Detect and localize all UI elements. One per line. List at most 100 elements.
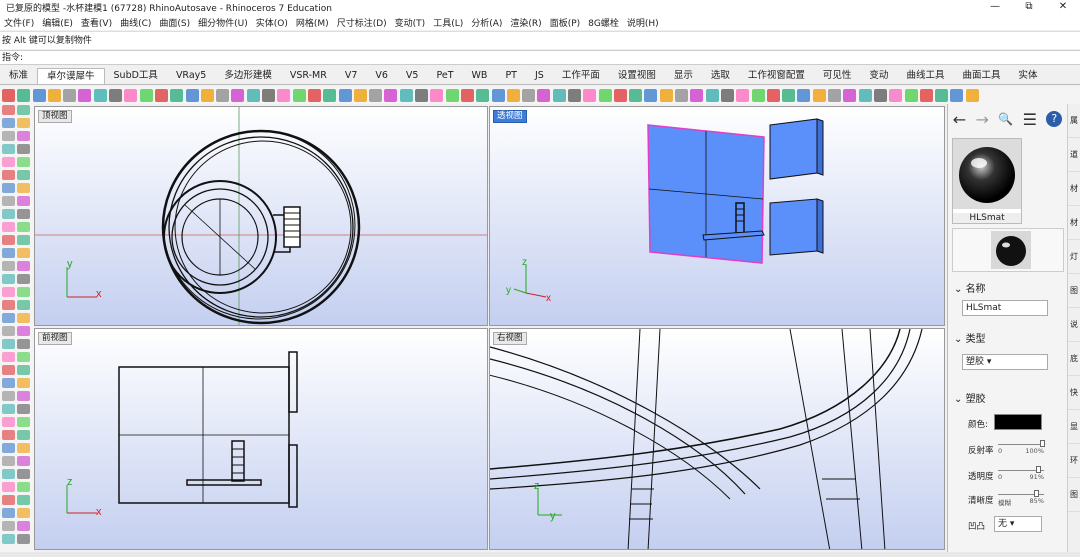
forward-arrow-icon[interactable]: → — [975, 110, 988, 129]
left-tool-icon[interactable] — [2, 482, 15, 492]
toolbar-tool-icon[interactable] — [537, 88, 551, 102]
tab-polygon[interactable]: 多边形建模 — [215, 68, 281, 84]
left-tool-icon[interactable] — [2, 105, 15, 115]
left-tool-icon[interactable] — [17, 378, 30, 388]
toolbar-tool-icon[interactable] — [690, 88, 704, 102]
tab-zhuoer[interactable]: 卓尔谟犀牛 — [37, 68, 105, 84]
tab-standard[interactable]: 标准 — [0, 68, 37, 84]
viewport-right-label[interactable]: 右视图 — [493, 332, 527, 345]
toolbar-tool-icon[interactable] — [950, 88, 964, 102]
viewport-perspective[interactable]: 透视图 z y x — [489, 106, 945, 326]
tab-display[interactable]: 显示 — [665, 68, 702, 84]
left-tool-icon[interactable] — [2, 469, 15, 479]
left-tool-icon[interactable] — [2, 456, 15, 466]
left-tool-icon[interactable] — [17, 261, 30, 271]
toolbar-tool-icon[interactable] — [522, 88, 536, 102]
toolbar-tool-icon[interactable] — [965, 88, 979, 102]
menu-transform[interactable]: 变动(T) — [395, 16, 426, 29]
help-icon[interactable]: ? — [1046, 111, 1063, 127]
left-tool-icon[interactable] — [17, 482, 30, 492]
menu-render[interactable]: 渲染(R) — [510, 16, 541, 29]
viewport-right[interactable]: 右视图 z y — [489, 328, 945, 550]
menu-mesh[interactable]: 网格(M) — [296, 16, 329, 29]
left-tool-icon[interactable] — [17, 508, 30, 518]
close-button[interactable]: ✕ — [1046, 0, 1080, 14]
toolbar-tool-icon[interactable] — [583, 88, 597, 102]
clarity-slider[interactable]: 模糊 85% — [998, 490, 1044, 507]
tab-js[interactable]: JS — [526, 68, 553, 84]
toolbar-tool-icon[interactable] — [751, 88, 765, 102]
toolbar-tool-icon[interactable] — [185, 88, 199, 102]
toolbar-tool-icon[interactable] — [904, 88, 918, 102]
toolbar-tool-icon[interactable] — [338, 88, 352, 102]
menu-icon[interactable]: ☰ — [1023, 110, 1037, 129]
toolbar-tool-icon[interactable] — [858, 88, 872, 102]
toolbar-tool-icon[interactable] — [292, 88, 306, 102]
tab-vray5[interactable]: VRay5 — [167, 68, 215, 84]
toolbar-tool-icon[interactable] — [629, 88, 643, 102]
tab-visibility[interactable]: 可见性 — [814, 68, 861, 84]
toolbar-tool-icon[interactable] — [384, 88, 398, 102]
left-tool-icon[interactable] — [17, 521, 30, 531]
material-thumbnail[interactable]: HLSmat — [952, 138, 1022, 224]
toolbar-tool-icon[interactable] — [323, 88, 337, 102]
toolbar-tool-icon[interactable] — [843, 88, 857, 102]
side-tab[interactable]: 说 — [1068, 308, 1080, 342]
side-tab[interactable]: 底 — [1068, 342, 1080, 376]
toolbar-tool-icon[interactable] — [460, 88, 474, 102]
left-tool-icon[interactable] — [17, 157, 30, 167]
left-tool-icon[interactable] — [17, 235, 30, 245]
tab-select[interactable]: 选取 — [702, 68, 739, 84]
side-tab[interactable]: 环 — [1068, 444, 1080, 478]
toolbar-tool-icon[interactable] — [353, 88, 367, 102]
toolbar-tool-icon[interactable] — [32, 88, 46, 102]
toolbar-tool-icon[interactable] — [598, 88, 612, 102]
toolbar-tool-icon[interactable] — [139, 88, 153, 102]
menu-solid[interactable]: 实体(O) — [256, 16, 288, 29]
minimize-button[interactable]: — — [978, 0, 1012, 14]
left-tool-icon[interactable] — [17, 196, 30, 206]
slider-knob[interactable] — [1036, 466, 1042, 473]
left-tool-icon[interactable] — [2, 339, 15, 349]
left-tool-icon[interactable] — [17, 391, 30, 401]
toolbar-tool-icon[interactable] — [797, 88, 811, 102]
side-tab[interactable]: 快 — [1068, 376, 1080, 410]
left-tool-icon[interactable] — [2, 300, 15, 310]
left-tool-icon[interactable] — [2, 183, 15, 193]
menu-edit[interactable]: 编辑(E) — [42, 16, 73, 29]
tab-cplane[interactable]: 工作平面 — [553, 68, 609, 84]
toolbar-tool-icon[interactable] — [415, 88, 429, 102]
menu-file[interactable]: 文件(F) — [4, 16, 34, 29]
material-small-preview[interactable] — [952, 228, 1064, 272]
left-tool-icon[interactable] — [2, 313, 15, 323]
plastic-section-header[interactable]: ⌄ 塑胶 — [954, 390, 986, 405]
left-tool-icon[interactable] — [2, 326, 15, 336]
toolbar-tool-icon[interactable] — [873, 88, 887, 102]
toolbar-tool-icon[interactable] — [445, 88, 459, 102]
toolbar-tool-icon[interactable] — [430, 88, 444, 102]
left-tool-icon[interactable] — [2, 209, 15, 219]
toolbar-tool-icon[interactable] — [246, 88, 260, 102]
side-tab[interactable]: 属 — [1068, 104, 1080, 138]
toolbar-tool-icon[interactable] — [216, 88, 230, 102]
left-tool-icon[interactable] — [17, 404, 30, 414]
left-tool-icon[interactable] — [2, 196, 15, 206]
left-tool-icon[interactable] — [2, 365, 15, 375]
tab-surface-tools[interactable]: 曲面工具 — [953, 68, 1009, 84]
tab-v6[interactable]: V6 — [366, 68, 397, 84]
left-tool-icon[interactable] — [17, 469, 30, 479]
type-section-header[interactable]: ⌄ 类型 — [954, 330, 986, 345]
toolbar-tool-icon[interactable] — [828, 88, 842, 102]
transparency-slider[interactable]: 0 91% — [998, 466, 1044, 481]
toolbar-tool-icon[interactable] — [47, 88, 61, 102]
left-tool-icon[interactable] — [2, 508, 15, 518]
side-tab[interactable]: 显 — [1068, 410, 1080, 444]
toolbar-tool-icon[interactable] — [476, 88, 490, 102]
left-tool-icon[interactable] — [17, 417, 30, 427]
tab-set-view[interactable]: 设置视图 — [609, 68, 665, 84]
toolbar-tool-icon[interactable] — [491, 88, 505, 102]
left-tool-icon[interactable] — [2, 144, 15, 154]
left-tool-icon[interactable] — [17, 209, 30, 219]
toolbar-tool-icon[interactable] — [919, 88, 933, 102]
side-tab[interactable]: 图 — [1068, 274, 1080, 308]
